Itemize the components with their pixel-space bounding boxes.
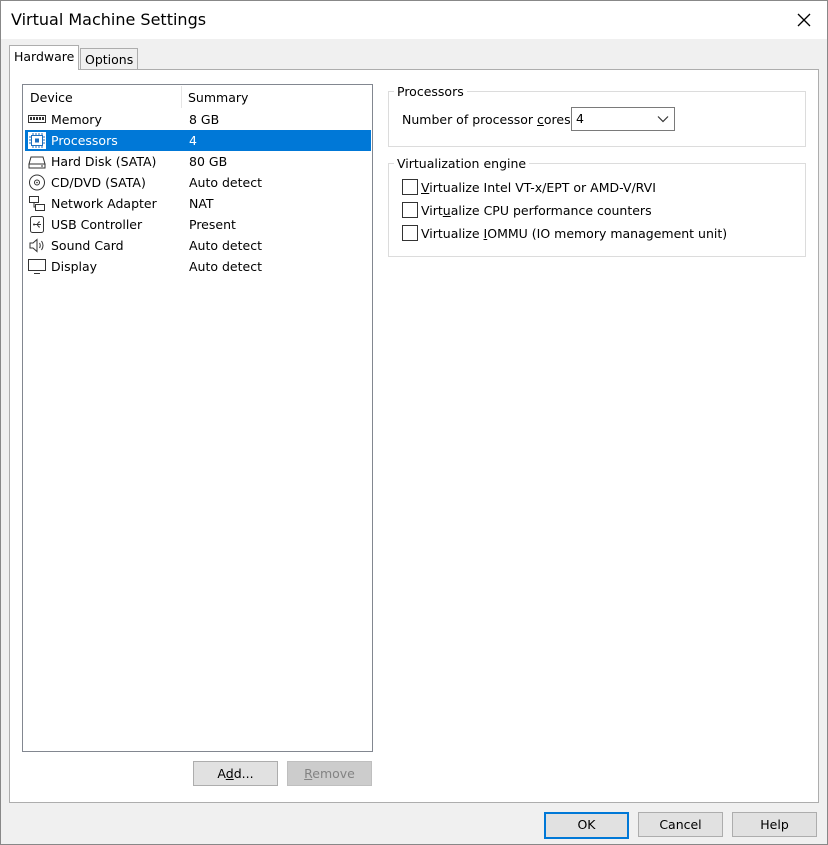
label-post: OMMU (IO memory management unit) [487, 226, 728, 241]
speaker-icon [29, 238, 44, 253]
device-summary: Auto detect [189, 259, 262, 274]
cores-select-value: 4 [576, 111, 584, 126]
ok-button[interactable]: OK [544, 812, 629, 839]
device-summary: 4 [189, 133, 197, 148]
iommu-checkbox[interactable] [402, 225, 418, 241]
virtualization-group-legend: Virtualization engine [394, 156, 530, 171]
column-header-device[interactable]: Device [30, 90, 73, 105]
title-bar: Virtual Machine Settings [1, 1, 827, 39]
device-row-usb-controller[interactable]: USB Controller Present [25, 214, 371, 235]
device-summary: 8 GB [189, 112, 220, 127]
device-row-network-adapter[interactable]: Network Adapter NAT [25, 193, 371, 214]
column-header-summary[interactable]: Summary [188, 90, 248, 105]
hard-disk-icon [28, 156, 46, 169]
device-row-processors[interactable]: Processors 4 [25, 130, 371, 151]
device-name: Display [51, 259, 98, 274]
cores-label: Number of processor cores: [402, 112, 575, 127]
device-summary: Auto detect [189, 175, 262, 190]
device-name: USB Controller [51, 217, 143, 232]
device-name: Memory [51, 112, 102, 127]
label-pre: Virtualize [421, 226, 484, 241]
add-label-access-key: d [225, 766, 234, 781]
perf-counters-checkbox-label[interactable]: Virtualize CPU performance counters [421, 203, 652, 218]
label-pre: Virt [421, 203, 443, 218]
cancel-button[interactable]: Cancel [638, 812, 723, 837]
vtx-checkbox-label[interactable]: Virtualize Intel VT-x/EPT or AMD-V/RVI [421, 180, 656, 195]
cores-label-access-key: c [537, 112, 544, 127]
usb-icon [30, 216, 44, 233]
add-button[interactable]: Add... [193, 761, 278, 786]
perf-counters-checkbox[interactable] [402, 202, 418, 218]
tab-hardware[interactable]: Hardware [9, 45, 80, 70]
label-access-key: u [442, 203, 451, 218]
window-title: Virtual Machine Settings [11, 10, 207, 29]
add-label-pre: A [217, 766, 226, 781]
processor-icon [28, 132, 46, 149]
cores-label-pre: Number of processor [402, 112, 538, 127]
close-icon [797, 13, 811, 27]
vtx-checkbox[interactable] [402, 179, 418, 195]
help-button[interactable]: Help [732, 812, 817, 837]
chevron-down-icon [657, 116, 669, 123]
device-list[interactable]: Device Summary Memory 8 GB Processors 4 … [22, 84, 373, 752]
device-row-cd-dvd[interactable]: CD/DVD (SATA) Auto detect [25, 172, 371, 193]
label-post: alize CPU performance counters [450, 203, 652, 218]
device-summary: NAT [189, 196, 214, 211]
cd-dvd-icon [29, 174, 45, 191]
add-label-post: d... [233, 766, 254, 781]
remove-label-post: emove [312, 766, 355, 781]
device-row-sound-card[interactable]: Sound Card Auto detect [25, 235, 371, 256]
device-row-display[interactable]: Display Auto detect [25, 256, 371, 277]
device-row-memory[interactable]: Memory 8 GB [25, 109, 371, 130]
processors-group-legend: Processors [394, 84, 467, 99]
device-name: Sound Card [51, 238, 124, 253]
network-adapter-icon [29, 196, 45, 211]
cores-select[interactable]: 4 [571, 107, 675, 131]
device-name: CD/DVD (SATA) [51, 175, 146, 190]
display-icon [28, 259, 46, 274]
memory-icon [28, 115, 46, 123]
device-name: Processors [51, 133, 118, 148]
column-divider[interactable] [181, 86, 182, 108]
tab-options[interactable]: Options [80, 48, 139, 70]
device-name: Network Adapter [51, 196, 157, 211]
remove-button[interactable]: Remove [287, 761, 372, 786]
device-row-hard-disk[interactable]: Hard Disk (SATA) 80 GB [25, 151, 371, 172]
device-summary: Present [189, 217, 236, 232]
iommu-checkbox-label[interactable]: Virtualize IOMMU (IO memory management u… [421, 226, 727, 241]
device-summary: Auto detect [189, 238, 262, 253]
device-name: Hard Disk (SATA) [51, 154, 157, 169]
list-header: Device Summary [23, 85, 372, 109]
device-summary: 80 GB [189, 154, 228, 169]
label-post: irtualize Intel VT-x/EPT or AMD-V/RVI [429, 180, 656, 195]
close-button[interactable] [781, 1, 827, 39]
